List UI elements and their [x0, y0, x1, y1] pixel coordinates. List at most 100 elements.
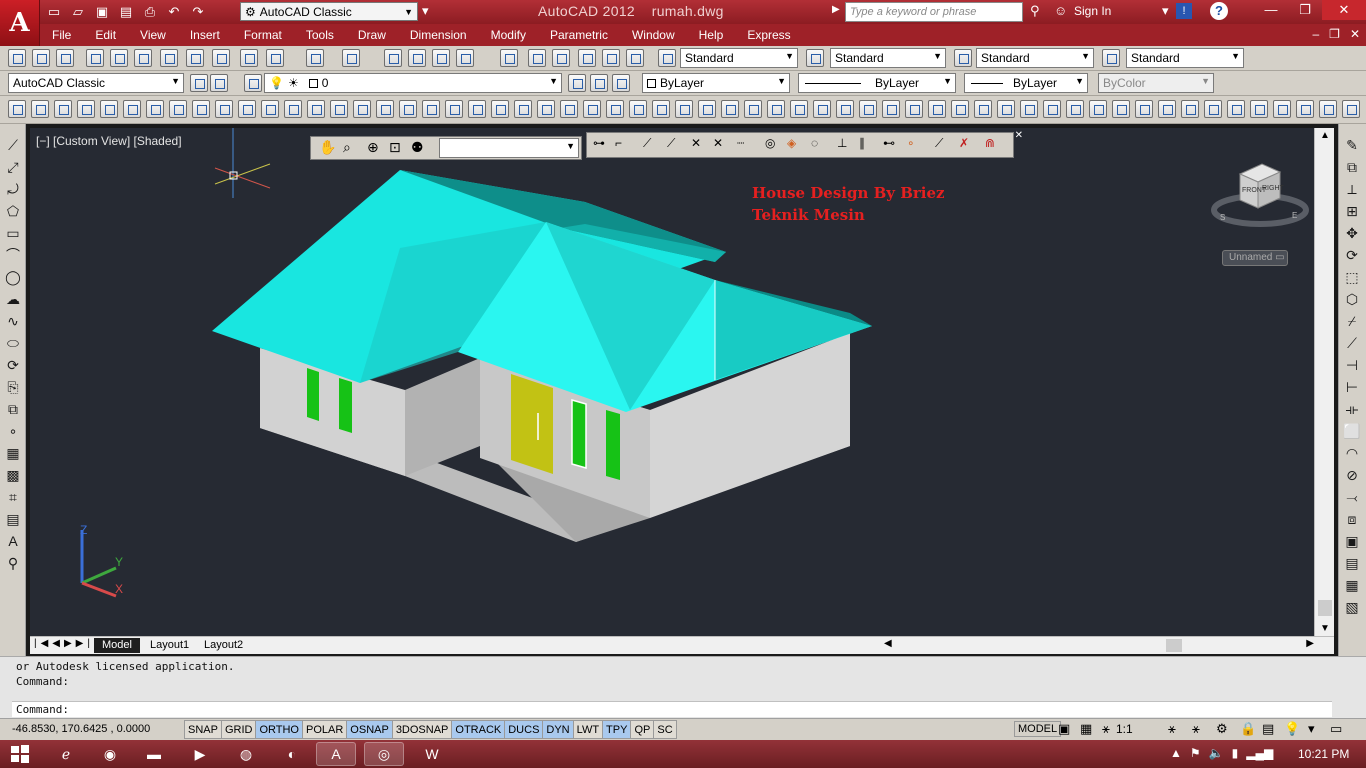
modeling-tool-icon[interactable]	[1296, 100, 1314, 118]
workspace-combo[interactable]: AutoCAD Classic ▼	[8, 73, 184, 93]
modeling-tool-icon[interactable]	[629, 100, 647, 118]
modeling-tool-icon[interactable]	[1250, 100, 1268, 118]
coordinate-display[interactable]: -46.8530, 170.6425 , 0.0000	[12, 723, 150, 735]
modify-tool-icon[interactable]: ⟛	[1343, 400, 1361, 418]
toggle-tpy[interactable]: TPY	[602, 720, 632, 739]
battery-icon[interactable]: ▮	[1232, 746, 1239, 760]
lineweight-dropdown[interactable]: ByLayer ▼	[964, 73, 1088, 93]
toolbar-tool-icon[interactable]	[552, 49, 570, 67]
modeling-tool-icon[interactable]	[54, 100, 72, 118]
toolbar-tool-icon[interactable]	[384, 49, 402, 67]
modeling-tool-icon[interactable]	[8, 100, 26, 118]
layer-dropdown[interactable]: 💡 ☀ 0 ▼	[264, 73, 562, 93]
toolbar-tool-icon[interactable]	[160, 49, 178, 67]
modify-tool-icon[interactable]: ▧	[1343, 598, 1361, 616]
modeling-tool-icon[interactable]	[1135, 100, 1153, 118]
scroll-right-icon[interactable]: ▶	[1306, 638, 1314, 649]
modeling-tool-icon[interactable]	[169, 100, 187, 118]
internet-explorer-icon[interactable]: ℯ	[46, 742, 86, 766]
quick-view-layouts-icon[interactable]: ▣	[1058, 721, 1070, 737]
toggle-osnap[interactable]: OSNAP	[346, 720, 393, 739]
menu-view[interactable]: View	[128, 28, 178, 42]
scroll-down-icon[interactable]: ▼	[1320, 623, 1330, 634]
modify-tool-icon[interactable]: ✎	[1343, 136, 1361, 154]
workspace-dropdown[interactable]: ⚙ AutoCAD Classic ▼	[240, 2, 418, 21]
menu-draw[interactable]: Draw	[346, 28, 398, 42]
maximize-button[interactable]: ❐	[1288, 0, 1322, 20]
toolbar-tool-icon[interactable]	[110, 49, 128, 67]
save-as-icon[interactable]: ▤	[116, 3, 136, 21]
modeling-tool-icon[interactable]	[997, 100, 1015, 118]
tab-model[interactable]: Model	[94, 638, 140, 653]
draw-tool-icon[interactable]: ⌒	[4, 246, 22, 264]
modeling-tool-icon[interactable]	[744, 100, 762, 118]
modify-tool-icon[interactable]: ▣	[1343, 532, 1361, 550]
toolbar-tool-icon[interactable]	[86, 49, 104, 67]
draw-tool-icon[interactable]: ⤢	[4, 158, 22, 176]
menu-file[interactable]: File	[40, 28, 83, 42]
modeling-tool-icon[interactable]	[1112, 100, 1130, 118]
exchange-icon[interactable]: !	[1176, 3, 1192, 19]
modify-tool-icon[interactable]: ⬜	[1343, 422, 1361, 440]
modeling-tool-icon[interactable]	[1158, 100, 1176, 118]
modeling-tool-icon[interactable]	[1181, 100, 1199, 118]
modeling-tool-icon[interactable]	[1020, 100, 1038, 118]
toolbar-tool-icon[interactable]	[432, 49, 450, 67]
minimize-button[interactable]: —	[1254, 0, 1288, 20]
word-icon[interactable]: W	[412, 742, 452, 766]
modeling-tool-icon[interactable]	[192, 100, 210, 118]
text-style-dropdown[interactable]: Standard ▼	[680, 48, 798, 68]
menu-window[interactable]: Window	[620, 28, 687, 42]
clock[interactable]: 10:21 PM	[1298, 747, 1349, 761]
toolbar-tool-icon[interactable]	[240, 49, 258, 67]
modify-tool-icon[interactable]: ⊘	[1343, 466, 1361, 484]
modify-tool-icon[interactable]: ⟂	[1343, 180, 1361, 198]
modeling-tool-icon[interactable]	[1342, 100, 1360, 118]
menu-format[interactable]: Format	[232, 28, 294, 42]
search-input[interactable]: Type a keyword or phrase	[845, 2, 1023, 22]
scroll-left-icon[interactable]: ◀	[884, 638, 892, 649]
toolbar-tool-icon[interactable]	[306, 49, 324, 67]
modeling-tool-icon[interactable]	[974, 100, 992, 118]
toggle-snap[interactable]: SNAP	[184, 720, 222, 739]
draw-tool-icon[interactable]: ⟋	[4, 136, 22, 154]
modeling-tool-icon[interactable]	[1066, 100, 1084, 118]
workspace-switch-icon[interactable]: ⚙	[1216, 721, 1228, 737]
toggle-otrack[interactable]: OTRACK	[451, 720, 506, 739]
modeling-tool-icon[interactable]	[445, 100, 463, 118]
doc-close-button[interactable]: ✕	[1350, 27, 1360, 41]
modeling-tool-icon[interactable]	[790, 100, 808, 118]
modeling-tool-icon[interactable]	[491, 100, 509, 118]
modeling-tool-icon[interactable]	[353, 100, 371, 118]
binoculars-icon[interactable]: ⚲	[1030, 3, 1040, 19]
quick-view-drawings-icon[interactable]: ▦	[1080, 721, 1092, 737]
style-manager-icon[interactable]	[806, 49, 824, 67]
model-space-button[interactable]: MODEL	[1014, 721, 1062, 737]
modify-tool-icon[interactable]: ⟳	[1343, 246, 1361, 264]
color-dropdown[interactable]: ByLayer ▼	[642, 73, 790, 93]
application-menu-button[interactable]: A	[0, 0, 40, 46]
qat-menu-icon[interactable]: ▾	[422, 3, 429, 19]
modify-tool-icon[interactable]: ⧉	[1343, 158, 1361, 176]
workspace-tool-icon[interactable]	[210, 74, 228, 92]
toggle-polar[interactable]: POLAR	[302, 720, 348, 739]
media-player-icon[interactable]: ▶	[180, 742, 220, 766]
toolbar-tool-icon[interactable]	[134, 49, 152, 67]
draw-tool-icon[interactable]: ▤	[4, 510, 22, 528]
modeling-tool-icon[interactable]	[1043, 100, 1061, 118]
modify-tool-icon[interactable]: ◠	[1343, 444, 1361, 462]
close-button[interactable]: ✕	[1322, 0, 1366, 20]
modify-tool-icon[interactable]: ▤	[1343, 554, 1361, 572]
modeling-tool-icon[interactable]	[905, 100, 923, 118]
draw-tool-icon[interactable]: ∿	[4, 312, 22, 330]
modeling-tool-icon[interactable]	[675, 100, 693, 118]
menu-dimension[interactable]: Dimension	[398, 28, 479, 42]
modify-tool-icon[interactable]: ⧈	[1343, 510, 1361, 528]
autocad-taskbar-icon[interactable]: A	[316, 742, 356, 766]
modeling-tool-icon[interactable]	[1204, 100, 1222, 118]
menu-insert[interactable]: Insert	[178, 28, 232, 42]
app-icon[interactable]: ◐	[272, 742, 312, 766]
isolate-objects-icon[interactable]: 💡	[1284, 721, 1300, 737]
modeling-tool-icon[interactable]	[882, 100, 900, 118]
toolbar-tool-icon[interactable]	[500, 49, 518, 67]
